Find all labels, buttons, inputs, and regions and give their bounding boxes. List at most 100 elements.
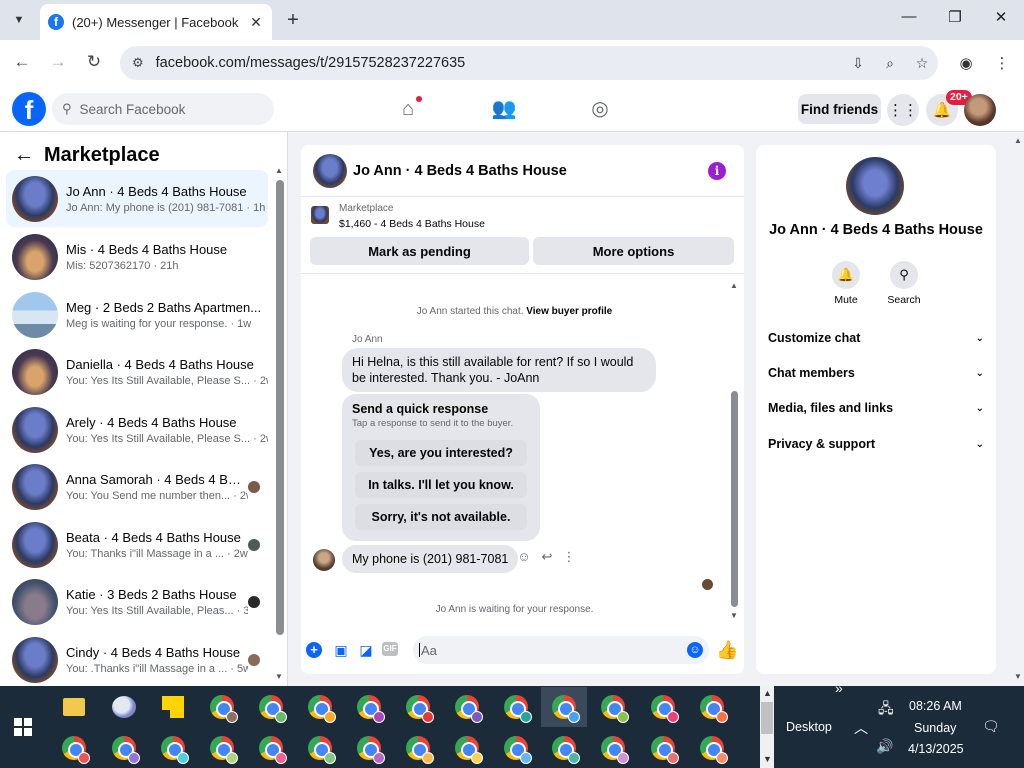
account-avatar[interactable]	[964, 94, 996, 126]
url-text[interactable]: facebook.com/messages/t/2915752823722763…	[156, 55, 842, 71]
info-icon[interactable]: i	[708, 162, 726, 180]
emoji-icon[interactable]: ☺	[687, 642, 703, 658]
chat-title[interactable]: Jo Ann · 4 Beds 4 Baths House	[353, 163, 567, 179]
chrome-profile-icon[interactable]	[395, 728, 441, 768]
chrome-profile-icon[interactable]	[248, 687, 294, 727]
chrome-profile-icon[interactable]	[590, 687, 636, 727]
maximize-button[interactable]: ❐	[943, 8, 967, 26]
close-window-button[interactable]: ✕	[989, 8, 1013, 26]
tab-close-icon[interactable]: ✕	[248, 14, 264, 31]
scroll-down-icon[interactable]: ▼	[730, 611, 738, 620]
chrome-profile-icon[interactable]	[51, 728, 97, 768]
chrome-profile-icon[interactable]	[199, 728, 245, 768]
profile-icon[interactable]: ◉	[956, 54, 976, 72]
more-actions-icon[interactable]: ⋮	[560, 549, 578, 565]
groups-icon[interactable]: ◎	[587, 96, 613, 122]
sender-avatar[interactable]	[313, 549, 335, 571]
chrome-profile-icon[interactable]	[493, 687, 539, 727]
install-app-icon[interactable]: ⇩	[842, 55, 874, 72]
attach-photo-icon[interactable]: ▣	[332, 642, 350, 659]
chrome-profile-icon[interactable]	[297, 687, 343, 727]
privacy-support-row[interactable]: Privacy & support ⌄	[768, 437, 984, 451]
scrollbar-thumb[interactable]	[761, 702, 773, 734]
menu-grid-icon[interactable]: ⋮⋮	[887, 94, 919, 126]
chrome-profile-icon[interactable]	[689, 687, 735, 727]
list-item[interactable]: Katie · 3 Beds 2 Baths House You: Yes Its…	[6, 573, 268, 630]
desktop-toolbar-label[interactable]: Desktop	[786, 720, 832, 734]
thumbs-up-icon[interactable]: 👍	[716, 640, 738, 661]
message-bubble[interactable]: My phone is (201) 981-7081	[342, 545, 519, 573]
chrome-profile-icon[interactable]	[541, 728, 587, 768]
list-item[interactable]: Arely · 4 Beds 4 Baths House You: Yes Its…	[6, 401, 268, 458]
chrome-profile-icon[interactable]	[640, 728, 686, 768]
customize-chat-row[interactable]: Customize chat ⌄	[768, 331, 984, 345]
chrome-profile-icon[interactable]	[590, 728, 636, 768]
scrollbar-thumb[interactable]	[731, 391, 738, 607]
paint-icon[interactable]	[101, 687, 147, 727]
conversation-list-scrollbar[interactable]: ▲ ▼	[275, 166, 284, 681]
chrome-profile-icon[interactable]	[689, 728, 735, 768]
clock-day[interactable]: Sunday	[914, 721, 956, 735]
list-item[interactable]: Daniella · 4 Beds 4 Baths House You: Yes …	[6, 343, 268, 400]
volume-icon[interactable]: 🔊	[876, 738, 893, 755]
clock-time[interactable]: 08:26 AM	[909, 699, 962, 713]
chrome-profile-icon[interactable]	[150, 728, 196, 768]
facebook-search-input[interactable]: ⚲ Search Facebook	[52, 93, 274, 125]
list-item[interactable]: Cindy · 4 Beds 4 Baths House You: .Thanks…	[6, 631, 268, 688]
gif-icon[interactable]: GIF	[382, 642, 400, 656]
chrome-profile-icon[interactable]	[199, 687, 245, 727]
chat-listing-thumbnail[interactable]	[313, 153, 347, 188]
list-item[interactable]: Anna Samorah · 4 Beds 4 Bat... You: You S…	[6, 458, 268, 515]
search-conversation-button[interactable]: ⚲ Search	[884, 261, 924, 306]
clock-date[interactable]: 4/13/2025	[908, 742, 964, 756]
chrome-profile-icon[interactable]	[346, 728, 392, 768]
scroll-up-icon[interactable]: ▲	[763, 688, 772, 698]
toolbar-overflow-chevrons[interactable]: »	[835, 680, 843, 696]
scrollbar-thumb[interactable]	[276, 180, 284, 635]
minimize-button[interactable]: —	[897, 8, 921, 25]
windows-start-icon[interactable]	[14, 718, 32, 736]
reply-icon[interactable]: ↩	[538, 549, 556, 565]
list-item[interactable]: Jo Ann · 4 Beds 4 Baths House Jo Ann: My …	[6, 170, 268, 227]
list-item[interactable]: Mis · 4 Beds 4 Baths House Mis: 520736217…	[6, 228, 268, 285]
address-bar[interactable]: ⚙ facebook.com/messages/t/29157528237227…	[120, 46, 938, 80]
bookmark-star-icon[interactable]: ☆	[906, 55, 938, 72]
show-hidden-icons-chevron-icon[interactable]: ︿	[854, 718, 868, 738]
quick-reply-in-talks-button[interactable]: In talks. I'll let you know.	[355, 472, 527, 498]
scroll-up-icon[interactable]: ▲	[1014, 136, 1022, 145]
chrome-profile-icon[interactable]	[297, 728, 343, 768]
listing-summary[interactable]: Marketplace $1,460 - 4 Beds 4 Baths Hous…	[311, 203, 485, 230]
notification-center-icon[interactable]: 🗨	[982, 718, 1000, 735]
friends-icon[interactable]: 👥	[491, 96, 517, 122]
quick-reply-yes-button[interactable]: Yes, are you interested?	[355, 440, 527, 466]
sticker-icon[interactable]: ◪	[357, 642, 375, 659]
contact-avatar[interactable]	[846, 157, 904, 215]
site-info-icon[interactable]: ⚙	[132, 55, 144, 71]
network-icon[interactable]: 🖧	[878, 698, 894, 722]
find-friends-button[interactable]: Find friends	[798, 94, 881, 124]
facebook-logo[interactable]: f	[12, 92, 46, 126]
view-buyer-profile-link[interactable]: View buyer profile	[526, 306, 612, 317]
scroll-down-icon[interactable]: ▼	[763, 754, 772, 764]
message-input[interactable]: Aa ☺	[413, 636, 709, 664]
chrome-profile-icon[interactable]	[640, 687, 686, 727]
mute-button[interactable]: 🔔 Mute	[826, 261, 866, 306]
back-arrow-icon[interactable]: ←	[14, 144, 34, 167]
chrome-profile-icon[interactable]	[493, 728, 539, 768]
back-button[interactable]: ←	[11, 52, 33, 72]
scroll-down-icon[interactable]: ▼	[275, 672, 283, 681]
chat-scrollbar[interactable]: ▲ ▼	[730, 281, 738, 621]
new-tab-button[interactable]: +	[282, 9, 304, 31]
mark-as-pending-button[interactable]: Mark as pending	[310, 237, 529, 265]
more-composer-actions-icon[interactable]: +	[306, 642, 324, 658]
chrome-profile-icon[interactable]	[248, 728, 294, 768]
list-item[interactable]: Beata · 4 Beds 4 Baths House You: Thanks …	[6, 516, 268, 573]
chrome-profile-icon-active[interactable]	[541, 687, 587, 727]
scroll-up-icon[interactable]: ▲	[275, 166, 283, 175]
chrome-profile-icon[interactable]	[444, 728, 490, 768]
scroll-down-icon[interactable]: ▼	[1014, 672, 1022, 681]
tab-search-dropdown-icon[interactable]: ▼	[6, 8, 32, 32]
forward-button[interactable]: →	[47, 52, 69, 72]
chrome-profile-icon[interactable]	[395, 687, 441, 727]
more-options-button[interactable]: More options	[533, 237, 734, 265]
